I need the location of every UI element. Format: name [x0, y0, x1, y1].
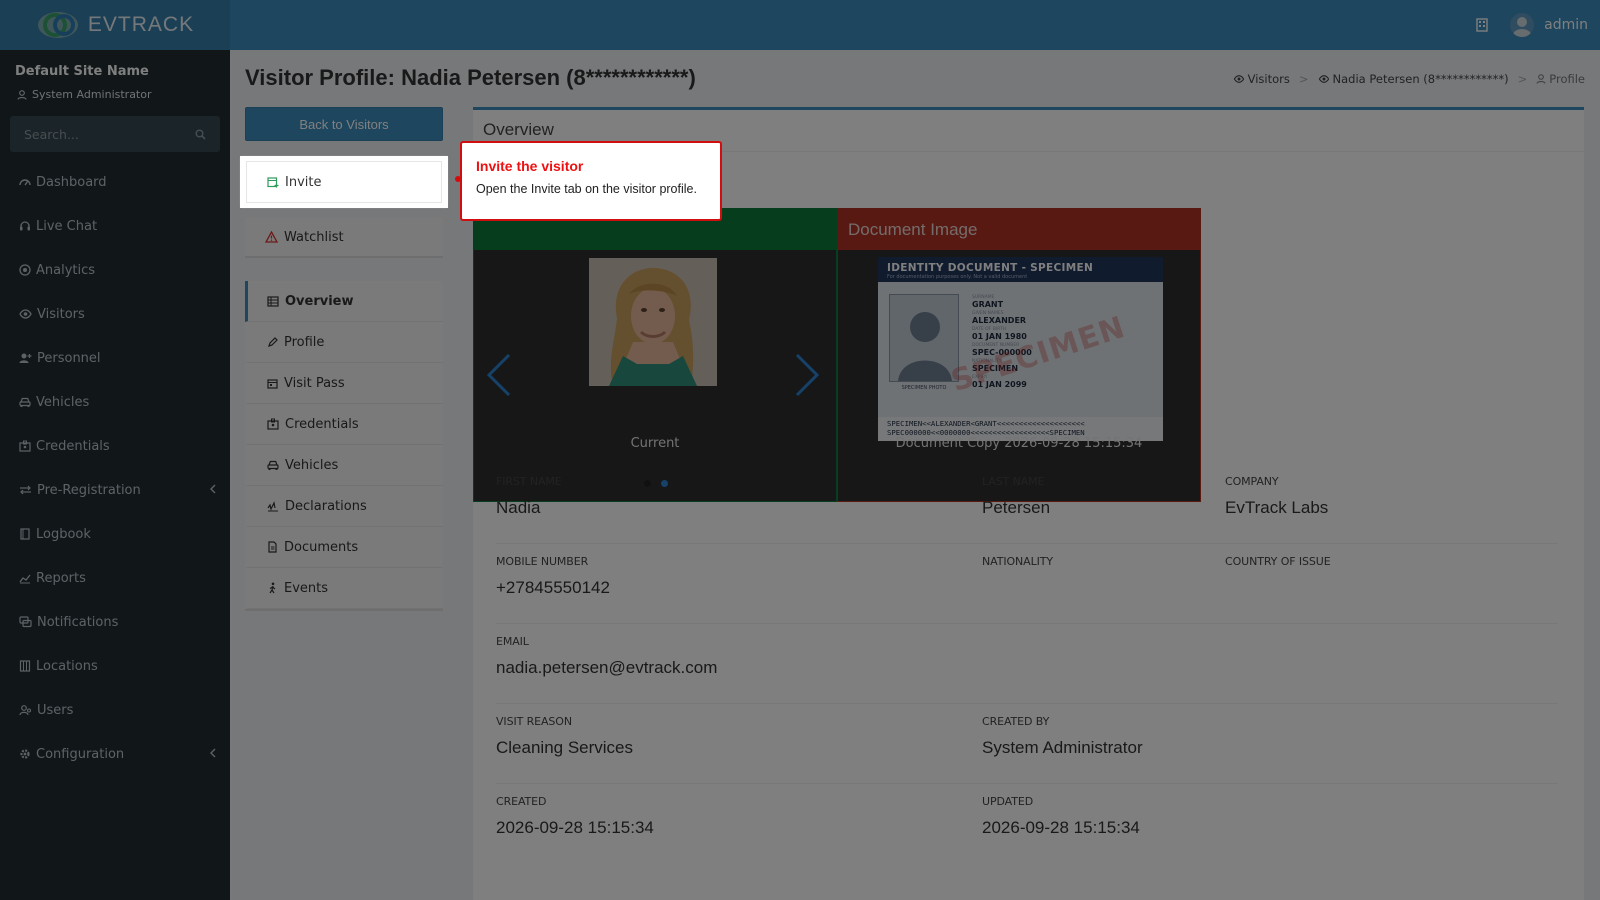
tooltip-body: Open the Invite tab on the visitor profi…	[476, 182, 697, 196]
tooltip-title: Invite the visitor	[476, 158, 584, 174]
tour-overlay[interactable]	[0, 0, 1600, 900]
calendar-plus-icon	[267, 177, 279, 188]
invite-button[interactable]: Invite	[246, 161, 442, 203]
tour-tooltip[interactable]: Invite the visitor Open the Invite tab o…	[460, 141, 722, 221]
invite-label: Invite	[285, 174, 322, 190]
